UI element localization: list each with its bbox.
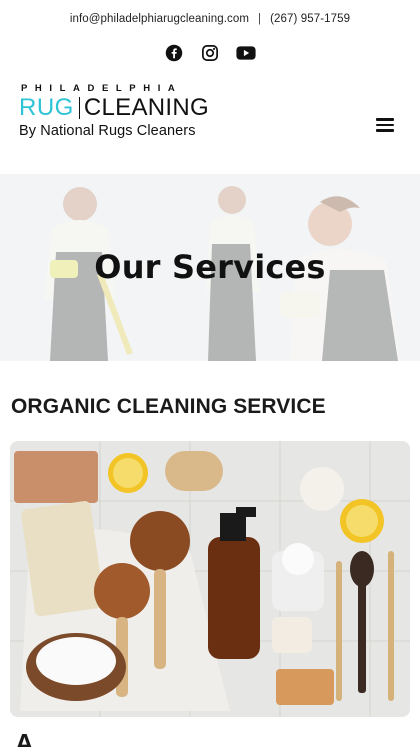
next-section-heading: A [15,728,34,747]
phone-link[interactable]: (267) 957-1759 [270,13,350,25]
organic-cleaning-products-image [10,441,410,717]
logo-wordmark: RUG CLEANING [19,95,209,121]
hero-banner: Our Services [0,174,420,361]
site-header: PHILADELPHIA RUG CLEANING By National Ru… [0,68,420,173]
site-logo[interactable]: PHILADELPHIA RUG CLEANING By National Ru… [19,83,209,139]
logo-divider [78,97,80,119]
contact-separator: | [258,13,262,25]
instagram-icon[interactable] [199,42,221,64]
email-link[interactable]: info@philadelphiarugcleaning.com [70,13,249,25]
logo-tagline: By National Rugs Cleaners [19,123,196,139]
youtube-icon[interactable] [235,42,257,64]
logo-rug: RUG [19,94,74,121]
logo-cleaning: CLEANING [83,94,209,121]
section-title: ORGANIC CLEANING SERVICE [11,395,326,418]
logo-top-word: PHILADELPHIA [21,83,183,94]
facebook-icon[interactable] [163,42,185,64]
page-title: Our Services [94,248,326,286]
social-links [0,38,420,68]
hamburger-menu-icon[interactable] [376,118,394,132]
contact-bar: info@philadelphiarugcleaning.com | (267)… [0,0,420,38]
